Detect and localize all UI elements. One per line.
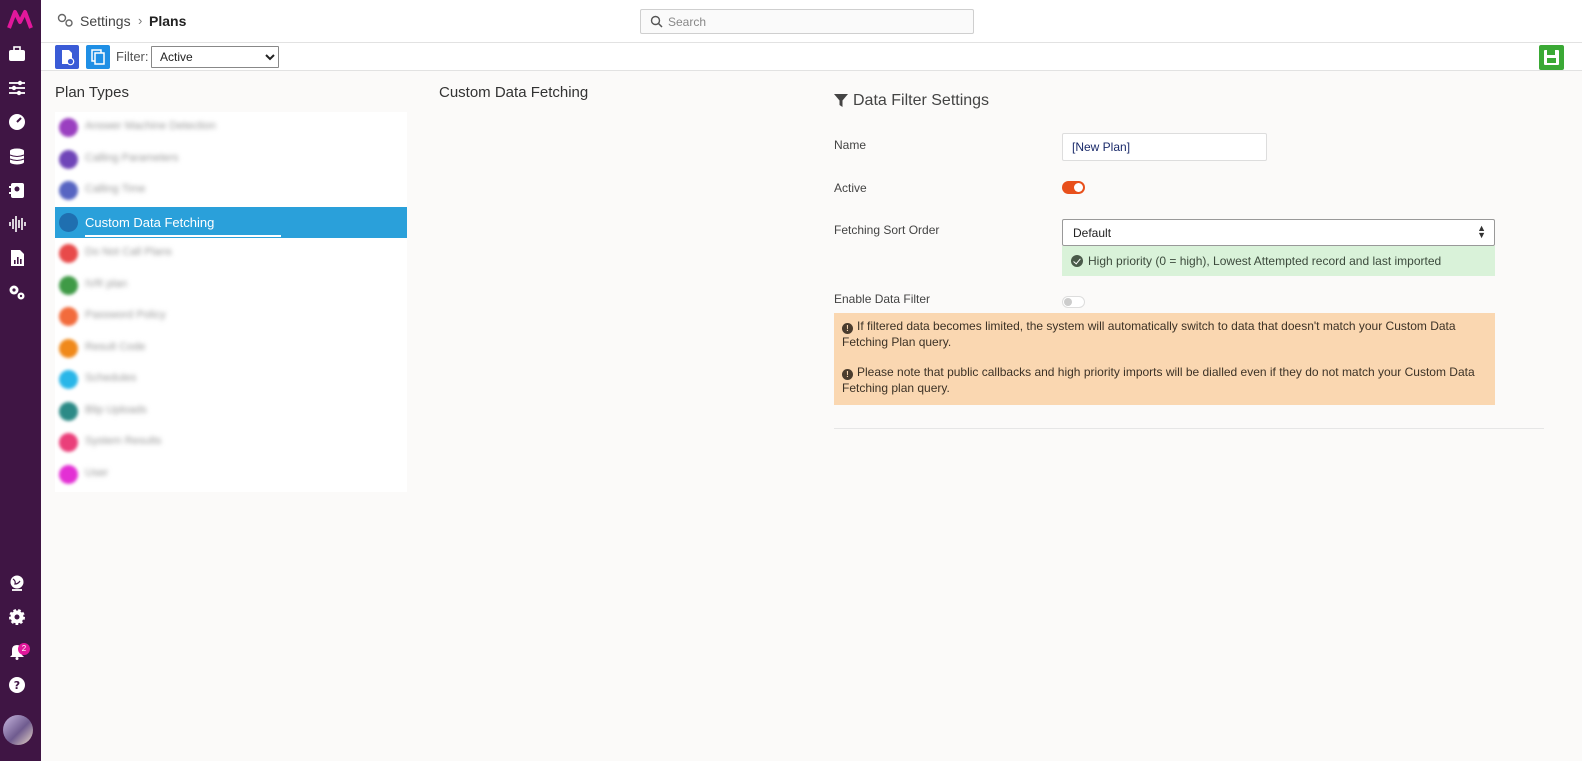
save-button[interactable] [1539, 45, 1564, 70]
plan-types-list: Answer Machine Detection Calling Paramete… [55, 112, 407, 492]
selected-item-underline [85, 234, 281, 237]
notification-count-badge: 2 [18, 643, 30, 655]
enable-data-filter-label: Enable Data Filter [834, 292, 931, 306]
plan-type-label: Password Policy [85, 309, 166, 321]
sort-order-info: High priority (0 = high), Lowest Attempt… [1062, 246, 1495, 276]
toolbar: Filter: Active [41, 43, 1582, 71]
plan-type-item[interactable]: Do Not Call Plans [55, 238, 407, 269]
plan-type-item[interactable]: Custom Data Fetching [55, 206, 407, 238]
contacts-icon[interactable] [8, 181, 26, 199]
copy-icon [86, 45, 110, 69]
data-filter-settings-title: Data Filter Settings [853, 92, 990, 109]
help-icon[interactable]: ? [8, 676, 26, 694]
active-toggle[interactable] [1062, 181, 1085, 194]
globe-icon[interactable] [8, 574, 26, 592]
plan-type-item[interactable]: Schedules [55, 364, 407, 395]
exclamation-icon: ! [842, 323, 853, 334]
plan-type-icon [59, 307, 78, 326]
plan-type-icon [59, 464, 78, 484]
save-floppy-icon [1544, 50, 1559, 65]
data-filter-warning: ! If filtered data becomes limited, the s… [834, 313, 1495, 405]
active-label: Active [834, 181, 867, 195]
plan-type-item[interactable]: Result Code [55, 333, 407, 364]
plan-type-label: Do Not Call Plans [85, 246, 172, 258]
filter-funnel-icon [834, 94, 848, 107]
plan-type-label: Result Code [85, 340, 146, 353]
selected-plan-title: Custom Data Fetching [439, 84, 589, 101]
plan-type-item[interactable]: Blip Uploads [55, 396, 407, 427]
fetching-sort-order-value: Default [1073, 226, 1112, 240]
plan-types-title: Plan Types [55, 84, 129, 101]
app-logo[interactable] [7, 9, 33, 31]
settings-gear-icon[interactable] [8, 608, 26, 626]
search-icon [650, 15, 663, 28]
plan-name-input[interactable] [1062, 133, 1267, 161]
plan-type-icon [59, 370, 78, 389]
user-avatar[interactable] [3, 715, 33, 745]
plan-type-icon [59, 433, 78, 452]
plan-type-item[interactable]: Calling Parameters [55, 144, 407, 175]
plan-type-label: Answer Machine Detection [85, 120, 216, 132]
cogs-icon[interactable] [8, 283, 26, 301]
plan-type-label: User [85, 466, 109, 479]
select-arrows-icon: ▲ ▼ [1477, 223, 1486, 240]
sort-order-description: High priority (0 = high), Lowest Attempt… [1088, 254, 1442, 268]
briefcase-icon[interactable] [8, 45, 26, 63]
plan-type-label: IVR plan [85, 277, 128, 290]
plan-type-label: Blip Uploads [85, 403, 147, 416]
dashboard-gauge-icon[interactable] [8, 113, 26, 131]
warning-text-limited-data: If filtered data becomes limited, the sy… [842, 319, 1456, 349]
plan-type-item[interactable]: Password Policy [55, 301, 407, 332]
plan-type-icon [59, 401, 78, 421]
warning-text-callbacks: Please note that public callbacks and hi… [842, 365, 1475, 395]
copy-plan-button[interactable] [86, 45, 110, 69]
name-label: Name [834, 138, 867, 152]
top-bar: Settings › Plans [41, 0, 1582, 43]
app-sidebar: 2 ? [0, 0, 41, 761]
enable-data-filter-toggle[interactable] [1062, 296, 1085, 308]
plan-type-icon [59, 338, 78, 358]
fetching-sort-order-label: Fetching Sort Order [834, 223, 940, 237]
plan-type-icon [59, 212, 78, 232]
new-plan-button[interactable] [55, 45, 79, 69]
section-divider [834, 428, 1544, 429]
filter-select[interactable]: Active [151, 46, 279, 68]
report-icon[interactable] [8, 249, 26, 267]
plan-type-label: Calling Time [85, 183, 146, 195]
breadcrumb-settings-link[interactable]: Settings [80, 13, 131, 29]
breadcrumb-separator: › [138, 13, 143, 28]
filter-label: Filter: [116, 49, 149, 64]
plan-type-label: Custom Data Fetching [85, 214, 215, 230]
plan-type-icon [59, 149, 78, 169]
plan-type-label: System Results [85, 435, 162, 447]
plan-type-label: Schedules [85, 372, 137, 384]
search-box[interactable] [640, 9, 974, 34]
exclamation-icon: ! [842, 369, 853, 380]
search-input[interactable] [668, 12, 958, 31]
settings-cogs-icon [57, 13, 73, 27]
plan-type-icon [59, 181, 78, 200]
database-icon[interactable] [8, 147, 26, 165]
plan-type-icon [59, 244, 78, 263]
check-circle-icon [1071, 255, 1083, 267]
plan-type-icon [59, 118, 78, 137]
plan-type-icon [59, 275, 78, 295]
new-document-icon [55, 45, 79, 69]
plan-type-item[interactable]: Calling Time [55, 175, 407, 206]
breadcrumb-current-page: Plans [149, 13, 187, 29]
plan-type-item[interactable]: System Results [55, 427, 407, 458]
plan-type-item[interactable]: Answer Machine Detection [55, 112, 407, 143]
audio-wave-icon[interactable] [8, 215, 26, 233]
sliders-icon[interactable] [8, 79, 26, 97]
svg-text:?: ? [14, 679, 20, 692]
plan-type-item[interactable]: User [55, 459, 407, 490]
plan-type-item[interactable]: IVR plan [55, 270, 407, 301]
fetching-sort-order-select[interactable]: Default ▲ ▼ [1062, 219, 1495, 246]
plan-type-label: Calling Parameters [85, 151, 179, 164]
